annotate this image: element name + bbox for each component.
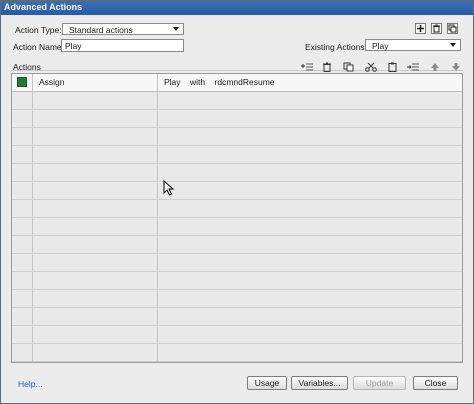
value-text: Play with rdcmndResume — [164, 77, 275, 87]
action-cell — [33, 200, 158, 217]
value-cell — [158, 110, 462, 127]
action-cell — [33, 326, 158, 343]
status-cell — [12, 218, 33, 235]
table-row[interactable] — [12, 290, 462, 308]
value-cell — [158, 236, 462, 253]
action-name-value: Play — [65, 41, 82, 51]
table-row[interactable] — [12, 218, 462, 236]
action-cell — [33, 182, 158, 199]
existing-actions-select[interactable]: Play — [365, 39, 461, 51]
status-cell — [12, 74, 33, 91]
status-cell — [12, 200, 33, 217]
action-cell — [33, 290, 158, 307]
add-row-icon[interactable] — [301, 62, 313, 72]
status-cell — [12, 344, 33, 361]
status-cell — [12, 254, 33, 271]
action-cell — [33, 164, 158, 181]
value-cell — [158, 344, 462, 361]
status-cell — [12, 164, 33, 181]
existing-actions-value: Play — [372, 41, 389, 51]
table-row[interactable] — [12, 272, 462, 290]
value-cell — [158, 200, 462, 217]
value-cell — [158, 92, 462, 109]
table-row[interactable] — [12, 236, 462, 254]
table-row[interactable] — [12, 92, 462, 110]
table-row[interactable] — [12, 110, 462, 128]
status-cell — [12, 272, 33, 289]
status-cell — [12, 146, 33, 163]
status-cell — [12, 128, 33, 145]
action-cell — [33, 92, 158, 109]
chevron-down-icon — [450, 43, 456, 47]
action-cell — [33, 236, 158, 253]
move-up-icon[interactable] — [429, 62, 441, 72]
status-cell — [12, 308, 33, 325]
action-name-label: Action Name: — [13, 42, 65, 52]
table-row[interactable] — [12, 344, 462, 362]
value-cell — [158, 290, 462, 307]
add-icon[interactable] — [415, 23, 426, 34]
action-cell — [33, 308, 158, 325]
value-cell — [158, 272, 462, 289]
table-row[interactable] — [12, 200, 462, 218]
action-text: Assign — [39, 77, 65, 87]
delete-row-icon[interactable] — [321, 62, 333, 72]
value-cell — [158, 254, 462, 271]
variables-button[interactable]: Variables... — [291, 376, 348, 390]
action-cell — [33, 344, 158, 361]
status-cell — [12, 290, 33, 307]
move-down-icon[interactable] — [450, 62, 462, 72]
action-cell — [33, 128, 158, 145]
value-cell — [158, 308, 462, 325]
insert-row-icon[interactable] — [407, 62, 419, 72]
table-row[interactable] — [12, 254, 462, 272]
action-cell — [33, 254, 158, 271]
table-row[interactable] — [12, 308, 462, 326]
status-cell — [12, 182, 33, 199]
value-cell — [158, 164, 462, 181]
status-cell — [12, 326, 33, 343]
status-cell — [12, 110, 33, 127]
action-cell: Assign — [33, 74, 158, 91]
action-cell — [33, 110, 158, 127]
paste-icon[interactable] — [387, 62, 399, 72]
value-cell — [158, 326, 462, 343]
delete-icon[interactable] — [431, 23, 442, 34]
action-cell — [33, 146, 158, 163]
advanced-actions-dialog: Advanced Actions Action Type: Standard a… — [0, 0, 474, 404]
table-row[interactable] — [12, 164, 462, 182]
update-button[interactable]: Update — [353, 376, 406, 390]
table-row[interactable]: Assign Play with rdcmndResume — [12, 74, 462, 92]
value-cell — [158, 146, 462, 163]
status-indicator — [17, 77, 27, 87]
copy-icon[interactable] — [343, 62, 355, 72]
duplicate-icon[interactable] — [447, 23, 458, 34]
chevron-down-icon — [173, 27, 179, 31]
window-title: Advanced Actions — [4, 2, 83, 12]
table-row[interactable] — [12, 146, 462, 164]
help-link[interactable]: Help... — [18, 379, 43, 389]
table-row[interactable] — [12, 128, 462, 146]
status-cell — [12, 92, 33, 109]
action-type-select[interactable]: Standard actions — [62, 23, 184, 35]
table-row[interactable] — [12, 326, 462, 344]
value-cell — [158, 218, 462, 235]
actions-table: Assign Play with rdcmndResume — [11, 73, 463, 363]
usage-button[interactable]: Usage — [247, 376, 287, 390]
action-name-field[interactable]: Play — [61, 39, 184, 52]
action-cell — [33, 218, 158, 235]
action-type-label: Action Type: — [15, 25, 62, 35]
status-cell — [12, 236, 33, 253]
cut-icon[interactable] — [365, 62, 377, 72]
table-row[interactable] — [12, 182, 462, 200]
value-cell: Play with rdcmndResume — [158, 74, 462, 91]
title-bar: Advanced Actions — [1, 1, 473, 15]
action-type-value: Standard actions — [69, 25, 133, 35]
value-cell — [158, 128, 462, 145]
action-cell — [33, 272, 158, 289]
close-button[interactable]: Close — [413, 376, 458, 390]
value-cell — [158, 182, 462, 199]
mouse-cursor-icon — [163, 180, 175, 196]
existing-actions-label: Existing Actions: — [305, 42, 367, 52]
